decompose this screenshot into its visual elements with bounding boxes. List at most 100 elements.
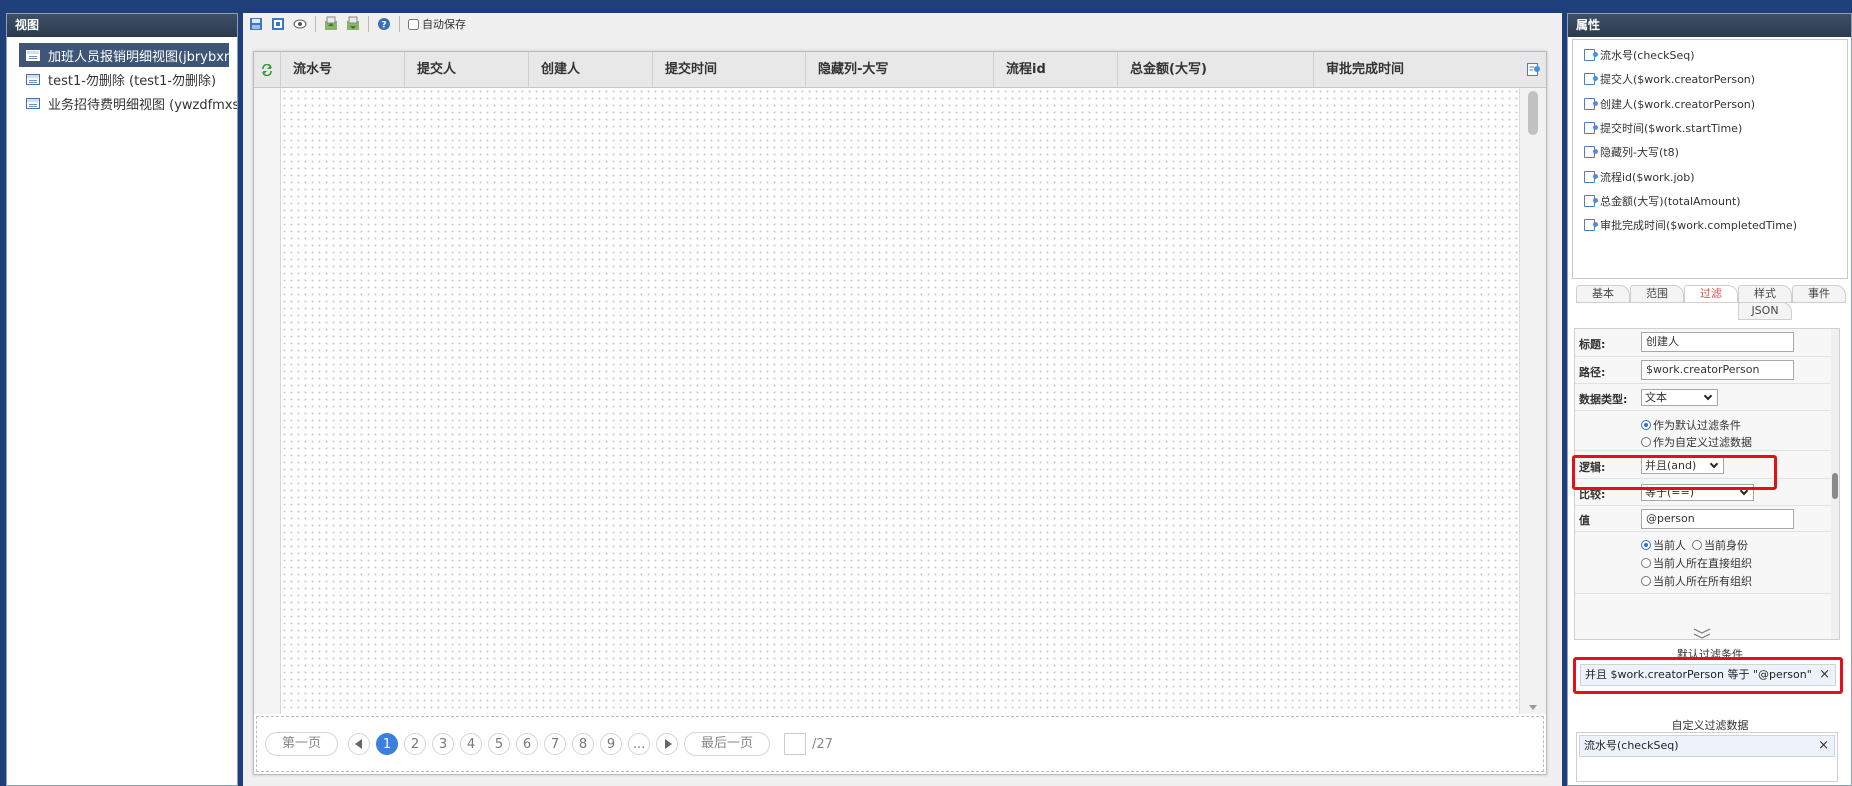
- tab-json[interactable]: JSON: [1738, 302, 1792, 320]
- tab-filter[interactable]: 过滤: [1684, 285, 1738, 303]
- column-header[interactable]: 创建人: [529, 52, 653, 87]
- toolbar-divider: [368, 16, 369, 32]
- view-item-selected[interactable]: 加班人员报销明细视图(jbrybxm: [19, 43, 229, 67]
- save-as-icon[interactable]: [269, 15, 287, 33]
- tab-events[interactable]: 事件: [1792, 285, 1846, 303]
- title-input[interactable]: 创建人: [1641, 332, 1794, 352]
- column-header[interactable]: 提交时间: [653, 52, 806, 87]
- field-item[interactable]: 流程id($work.job): [1573, 164, 1847, 188]
- radio-unchecked[interactable]: [1641, 576, 1651, 586]
- scrollbar-thumb[interactable]: [1528, 91, 1538, 135]
- field-item[interactable]: 流水号(checkSeq): [1573, 43, 1847, 67]
- page-number[interactable]: 6: [516, 733, 539, 755]
- custom-filter-title: 自定义过滤数据: [1671, 719, 1749, 732]
- radio-unchecked[interactable]: [1641, 558, 1651, 568]
- save-icon[interactable]: [247, 15, 265, 33]
- path-input[interactable]: $work.creatorPerson: [1641, 360, 1794, 380]
- import-icon[interactable]: [322, 15, 340, 33]
- grid-body: [281, 88, 1519, 714]
- tab-style[interactable]: 样式: [1738, 285, 1792, 303]
- view-item[interactable]: 业务招待费明细视图 (ywzdfmxst): [19, 91, 237, 115]
- view-designer-area: ? 自动保存 流水号 提交人 创建人 提交时间 隐藏列-大写 流程id 总金额(…: [243, 13, 1562, 786]
- page-number-current[interactable]: 1: [376, 733, 399, 755]
- radio-unchecked[interactable]: [1692, 540, 1702, 550]
- field-item-label: 流水号(checkSeq): [1600, 49, 1695, 63]
- field-item[interactable]: 审批完成时间($work.completedTime): [1573, 213, 1847, 237]
- first-page-button[interactable]: 第一页: [265, 732, 339, 756]
- column-header[interactable]: 流水号: [281, 52, 405, 87]
- prop-row-title: 标题: 创建人: [1575, 329, 1839, 357]
- prev-page-icon[interactable]: [348, 733, 371, 755]
- column-header[interactable]: 隐藏列-大写: [806, 52, 994, 87]
- radio-checked[interactable]: [1641, 540, 1651, 550]
- page-number[interactable]: 7: [544, 733, 567, 755]
- field-item[interactable]: 提交人($work.creatorPerson): [1573, 67, 1847, 91]
- datatype-value: 文本: [1645, 391, 1667, 404]
- help-icon[interactable]: ?: [375, 15, 393, 33]
- field-item-label: 提交时间($work.startTime): [1600, 122, 1743, 136]
- page-number[interactable]: 4: [460, 733, 483, 755]
- page-number[interactable]: 3: [432, 733, 455, 755]
- view-item[interactable]: test1-勿删除 (test1-勿删除): [19, 67, 237, 91]
- page-number[interactable]: 8: [572, 733, 595, 755]
- export-icon[interactable]: [344, 15, 362, 33]
- props-scrollbar[interactable]: [1831, 329, 1839, 639]
- field-item[interactable]: 提交时间($work.startTime): [1573, 116, 1847, 140]
- autosave-toggle[interactable]: 自动保存: [408, 16, 466, 32]
- field-item-label: 提交人($work.creatorPerson): [1600, 73, 1756, 87]
- field-item-label: 创建人($work.creatorPerson): [1600, 97, 1756, 111]
- next-page-icon[interactable]: [656, 733, 679, 755]
- prop-label: 值: [1579, 514, 1590, 527]
- view-panel-title: 视图: [7, 14, 237, 37]
- field-item[interactable]: 创建人($work.creatorPerson): [1573, 92, 1847, 116]
- remove-filter-icon[interactable]: ×: [1818, 736, 1829, 756]
- column-settings-icon[interactable]: [1520, 52, 1546, 87]
- toolbar-divider: [399, 16, 400, 32]
- datatype-select[interactable]: 文本: [1641, 389, 1718, 406]
- grid-scrollbar[interactable]: [1519, 88, 1546, 714]
- page-number[interactable]: 2: [404, 733, 427, 755]
- property-tabs: 基本 范围 过滤 样式 事件 JSON: [1572, 285, 1849, 325]
- page-number[interactable]: 9: [600, 733, 623, 755]
- radio-label: 作为自定义过滤数据: [1653, 436, 1752, 449]
- field-item-label: 隐藏列-大写(t8): [1600, 146, 1679, 160]
- column-header[interactable]: 总金额(大写): [1118, 52, 1314, 87]
- column-field-list: 流水号(checkSeq) 提交人($work.creatorPerson) 创…: [1572, 39, 1848, 279]
- tab-scope[interactable]: 范围: [1630, 285, 1684, 303]
- refresh-icon[interactable]: [254, 52, 281, 87]
- field-item[interactable]: 隐藏列-大写(t8): [1573, 140, 1847, 164]
- collapse-arrows-icon[interactable]: [1692, 627, 1712, 641]
- property-panel-title: 属性: [1568, 14, 1851, 37]
- prop-label: 标题:: [1579, 338, 1606, 351]
- page-number[interactable]: 5: [488, 733, 511, 755]
- scrollbar-thumb[interactable]: [1832, 473, 1838, 499]
- mode-default-option[interactable]: 作为默认过滤条件: [1641, 417, 1741, 433]
- scroll-down-icon[interactable]: [1529, 705, 1537, 710]
- highlight-logic-box: [1572, 455, 1777, 490]
- autosave-checkbox[interactable]: [408, 18, 419, 30]
- value-option-direct-org[interactable]: 当前人所在直接组织: [1641, 555, 1752, 571]
- column-header[interactable]: 审批完成时间: [1314, 52, 1518, 87]
- last-page-button[interactable]: 最后一页: [684, 732, 771, 756]
- page-ellipsis[interactable]: ...: [628, 733, 651, 755]
- custom-filter-entry[interactable]: 流水号(checkSeq) ×: [1579, 735, 1835, 757]
- preview-icon[interactable]: [291, 15, 309, 33]
- chevron-down-icon: [1703, 391, 1713, 401]
- prop-row-mode: 作为默认过滤条件 作为自定义过滤数据: [1575, 411, 1839, 451]
- mode-custom-option[interactable]: 作为自定义过滤数据: [1641, 434, 1752, 450]
- svg-text:?: ?: [381, 21, 386, 31]
- column-header[interactable]: 流程id: [994, 52, 1118, 87]
- prop-row-value-options: 当前人 当前身份 当前人所在直接组织 当前人所在所有组织: [1575, 532, 1839, 594]
- field-item[interactable]: 总金额(大写)(totalAmount): [1573, 189, 1847, 213]
- value-input[interactable]: @person: [1641, 509, 1794, 529]
- radio-checked[interactable]: [1641, 420, 1651, 430]
- prop-row-path: 路径: $work.creatorPerson: [1575, 357, 1839, 384]
- radio-unchecked[interactable]: [1641, 437, 1651, 447]
- page-jump-input[interactable]: [784, 733, 807, 755]
- value-option-all-org[interactable]: 当前人所在所有组织: [1641, 573, 1752, 589]
- column-header[interactable]: 提交人: [405, 52, 529, 87]
- radio-label: 当前人: [1653, 539, 1686, 552]
- tab-basic[interactable]: 基本: [1576, 285, 1630, 303]
- radio-label: 作为默认过滤条件: [1653, 419, 1741, 432]
- field-icon: [1584, 73, 1598, 86]
